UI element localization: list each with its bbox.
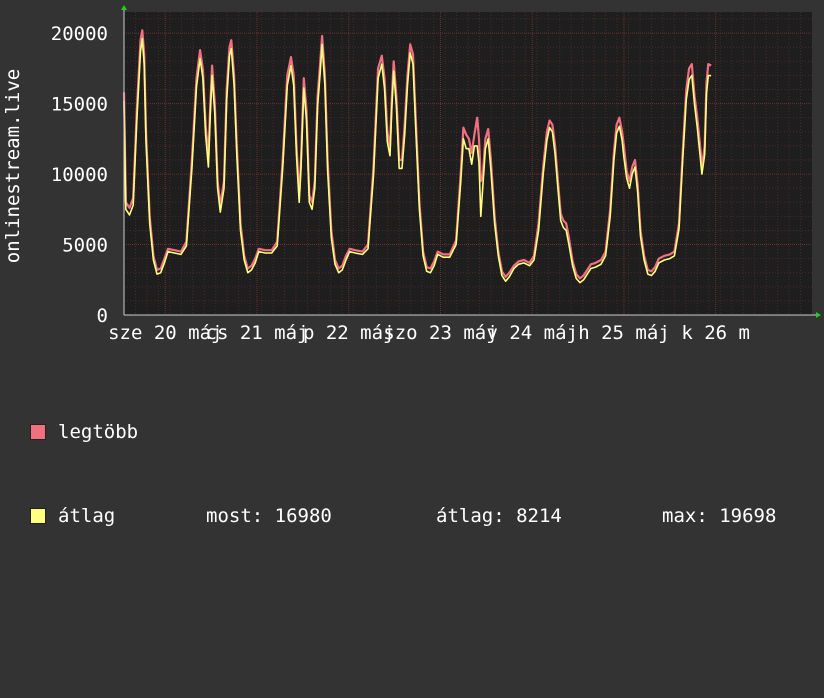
stat-max: max: 19698	[662, 505, 777, 527]
y-axis-arrow-icon	[121, 5, 127, 10]
legend: legtöbb átlag most: 16980 átlag: 8214 ma…	[30, 362, 776, 558]
x-tick-label: h 25 máj	[578, 322, 670, 344]
x-tick-label: k 26 m	[681, 322, 750, 344]
legend-item-max: legtöbb	[30, 418, 138, 446]
legend-swatch-avg	[30, 508, 46, 524]
y-tick-label: 5000	[62, 235, 108, 257]
stat-avg: átlag: 8214	[436, 505, 562, 527]
legend-swatch-max	[30, 424, 46, 440]
x-tick-label: p 22 máj	[303, 322, 395, 344]
x-tick-labels: sze 20 májcs 21 májp 22 májszo 23 májv 2…	[108, 322, 750, 344]
y-tick-label: 10000	[51, 164, 108, 186]
x-axis-arrow-icon	[816, 312, 821, 318]
x-tick-label: v 24 máj	[486, 322, 578, 344]
x-tick-label: szo 23 máj	[383, 322, 497, 344]
y-axis-label: onlinestream.live	[2, 69, 24, 263]
y-tick-label: 15000	[51, 94, 108, 116]
y-tick-label: 20000	[51, 23, 108, 45]
x-tick-label: cs 21 máj	[206, 322, 309, 344]
legend-label-avg: átlag	[58, 505, 116, 527]
stat-now: most: 16980	[206, 505, 332, 527]
y-tick-label: 0	[97, 305, 108, 327]
legend-label-max: legtöbb	[58, 421, 139, 443]
chart: 0 5000 10000 15000 20000 sze 20 májcs 21 máj…	[2, 5, 821, 344]
y-tick-labels: 0 5000 10000 15000 20000	[51, 23, 108, 327]
legend-item-avg: átlag most: 16980 átlag: 8214 max: 19698	[30, 502, 776, 530]
